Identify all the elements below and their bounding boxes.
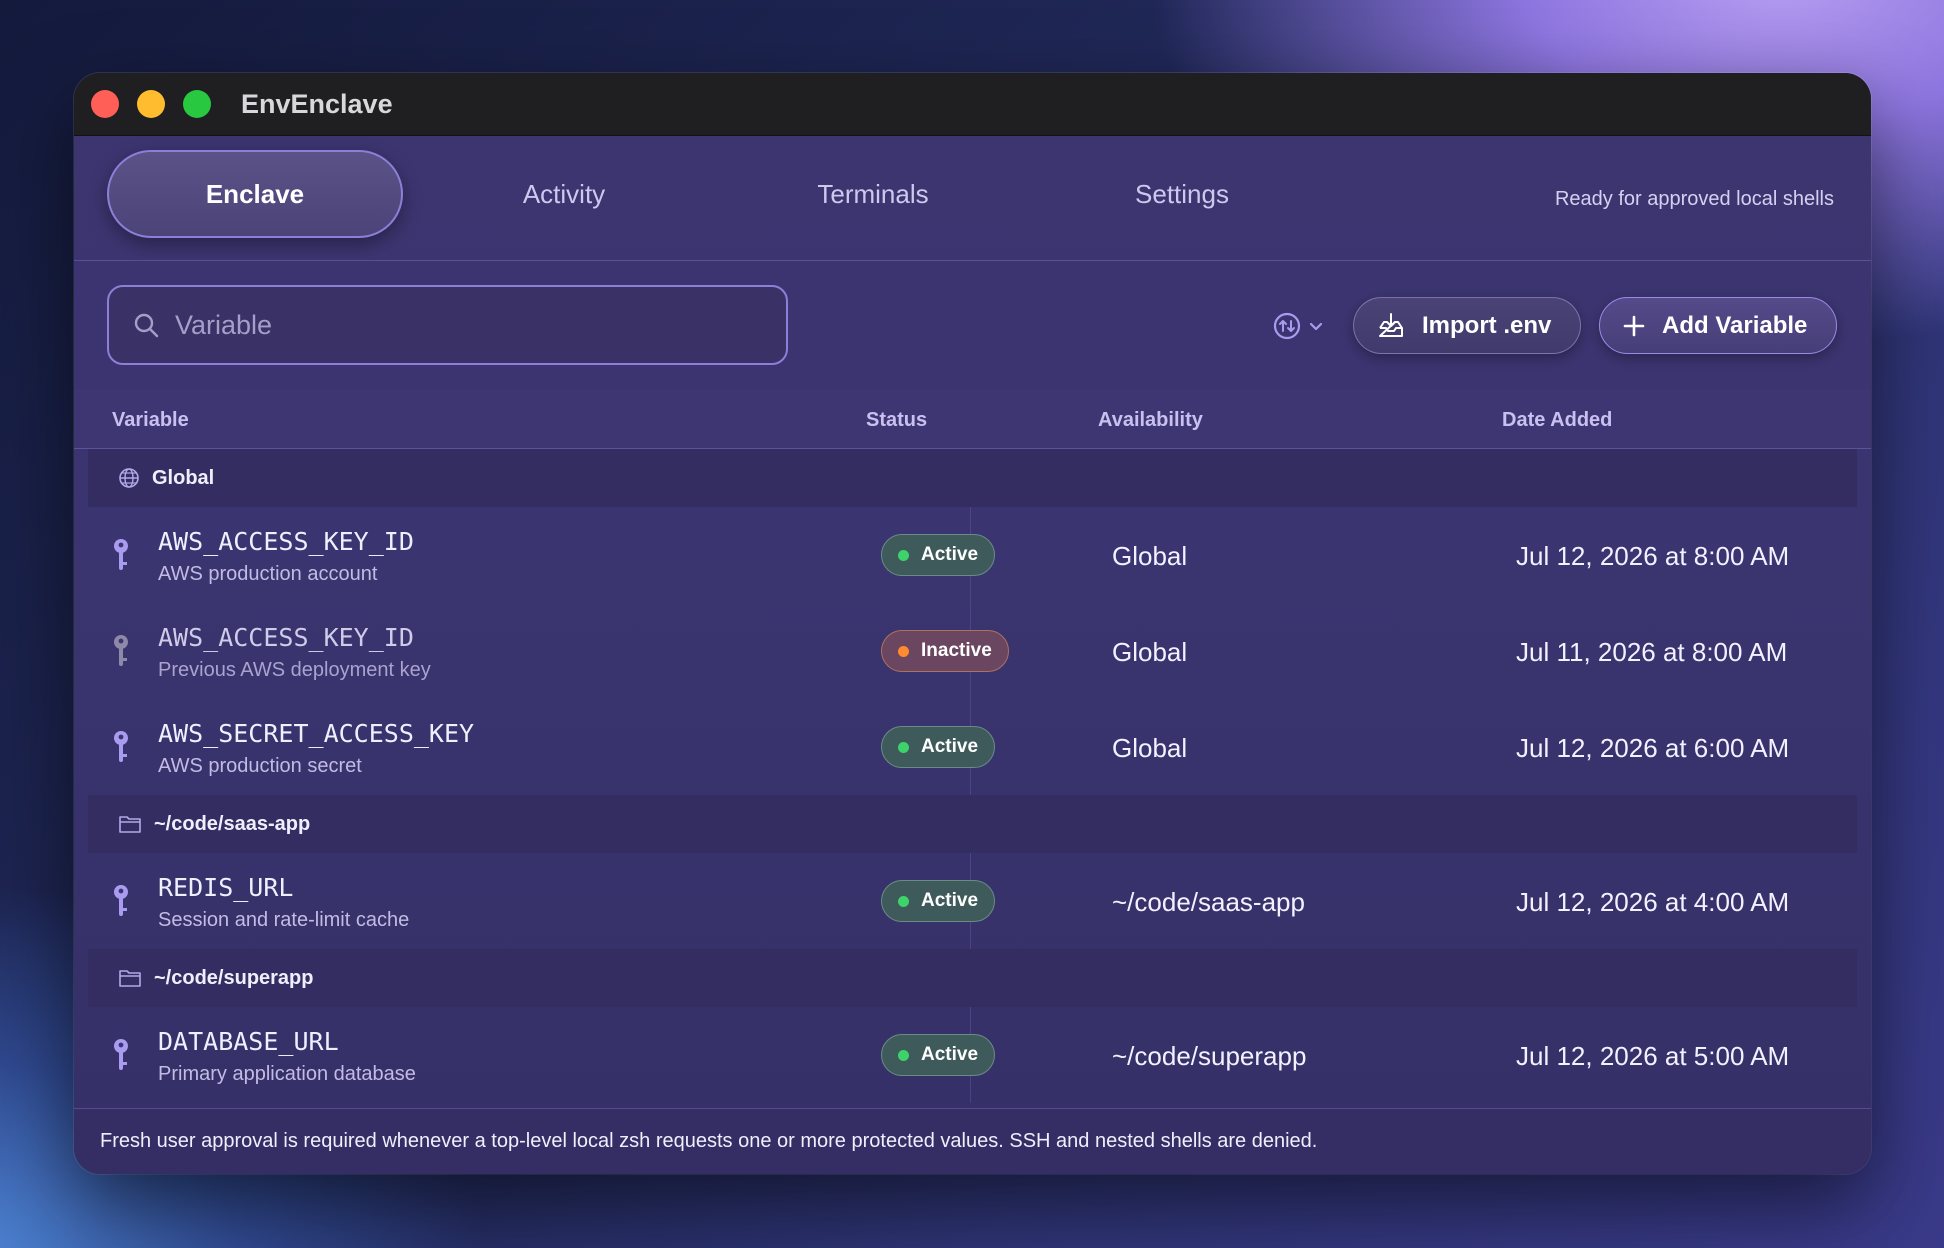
status-badge: Active xyxy=(881,880,996,922)
status-label: Active xyxy=(921,890,979,911)
date-added-value: Jul 12, 2026 at 8:00 AM xyxy=(1516,541,1790,571)
variable-description: Primary application database xyxy=(158,1063,416,1085)
column-header-date-added[interactable]: Date Added xyxy=(1502,409,1612,432)
tab-enclave[interactable]: Enclave xyxy=(107,150,403,238)
key-icon xyxy=(114,885,128,916)
status-dot xyxy=(898,895,909,907)
date-added-value: Jul 11, 2026 at 8:00 AM xyxy=(1516,637,1788,667)
availability-value: Global xyxy=(1112,541,1188,571)
status-dot xyxy=(898,645,909,657)
status-label: Active xyxy=(921,736,979,757)
key-icon xyxy=(114,1039,128,1070)
date-added-value: Jul 12, 2026 at 4:00 AM xyxy=(1516,887,1790,917)
key-icon xyxy=(114,539,128,570)
date-added-value: Jul 12, 2026 at 5:00 AM xyxy=(1516,1041,1790,1071)
search-icon xyxy=(134,313,159,338)
add-variable-label: Add Variable xyxy=(1662,311,1808,339)
tab-settings[interactable]: Settings xyxy=(1034,150,1330,238)
import-env-button[interactable]: Import .env xyxy=(1353,297,1581,354)
availability-value: ~/code/superapp xyxy=(1112,1041,1307,1071)
variable-description: Previous AWS deployment key xyxy=(158,659,431,681)
title-bar: EnvEnclave xyxy=(74,73,1871,136)
status-label: Active xyxy=(921,544,979,565)
variable-description: AWS production account xyxy=(158,563,378,585)
status-badge: Active xyxy=(881,534,996,576)
group-header-saas-app: ~/code/saas-app xyxy=(88,795,1857,853)
status-dot xyxy=(898,741,909,753)
import-env-label: Import .env xyxy=(1422,311,1552,339)
search-field[interactable] xyxy=(107,285,788,365)
search-input[interactable] xyxy=(175,309,735,341)
key-icon xyxy=(114,635,128,666)
variable-name: DATABASE_URL xyxy=(158,1027,339,1056)
table-row[interactable]: AWS_ACCESS_KEY_ID AWS production account… xyxy=(88,507,1857,603)
add-variable-button[interactable]: Add Variable xyxy=(1599,297,1837,354)
variable-name: AWS_ACCESS_KEY_ID xyxy=(158,623,414,652)
chevron-down-icon xyxy=(1309,322,1323,331)
tab-terminals[interactable]: Terminals xyxy=(725,150,1021,238)
status-dot xyxy=(898,549,909,561)
table-row[interactable]: AWS_SECRET_ACCESS_KEY AWS production sec… xyxy=(88,699,1857,795)
variable-description: Session and rate-limit cache xyxy=(158,909,410,931)
group-label: ~/code/saas-app xyxy=(154,812,311,835)
availability-value: Global xyxy=(1112,637,1188,667)
sort-icon xyxy=(1273,312,1301,340)
status-badge: Active xyxy=(881,1034,996,1076)
column-header-availability[interactable]: Availability xyxy=(1098,409,1203,432)
tray-download-icon xyxy=(1379,312,1403,337)
folder-icon xyxy=(119,816,141,833)
footer-text: Fresh user approval is required whenever… xyxy=(100,1130,1318,1152)
group-header-global: Global xyxy=(88,449,1857,507)
sort-menu-button[interactable] xyxy=(1272,311,1324,341)
app-title: EnvEnclave xyxy=(241,88,393,119)
tab-activity[interactable]: Activity xyxy=(416,150,712,238)
availability-value: ~/code/saas-app xyxy=(1112,887,1305,917)
column-header-status[interactable]: Status xyxy=(866,409,927,432)
status-label: Active xyxy=(921,1044,979,1065)
plus-icon xyxy=(1623,315,1645,336)
minimize-window-button[interactable] xyxy=(137,90,165,118)
column-header-variable[interactable]: Variable xyxy=(112,409,189,432)
status-label: Inactive xyxy=(921,640,992,661)
group-label: ~/code/superapp xyxy=(154,966,314,989)
status-dot xyxy=(898,1049,909,1061)
table-header: Variable Status Availability Date Added xyxy=(74,389,1871,449)
footer-notice: Fresh user approval is required whenever… xyxy=(74,1108,1871,1174)
group-header-superapp: ~/code/superapp xyxy=(88,949,1857,1007)
status-badge: Inactive xyxy=(881,630,1009,672)
key-icon xyxy=(114,731,128,762)
variable-name: AWS_SECRET_ACCESS_KEY xyxy=(158,719,475,748)
app-window: EnvEnclave Enclave Activity Terminals Se… xyxy=(74,73,1871,1174)
toolbar: Import .env Add Variable xyxy=(74,261,1871,389)
folder-icon xyxy=(119,970,141,987)
variable-name: AWS_ACCESS_KEY_ID xyxy=(158,527,414,556)
status-badge: Active xyxy=(881,726,996,768)
zoom-window-button[interactable] xyxy=(183,90,211,118)
globe-icon xyxy=(119,468,139,488)
availability-value: Global xyxy=(1112,733,1188,763)
tab-bar: Enclave Activity Terminals Settings Read… xyxy=(74,136,1871,261)
group-label: Global xyxy=(152,466,215,489)
date-added-value: Jul 12, 2026 at 6:00 AM xyxy=(1516,733,1790,763)
variable-description: AWS production secret xyxy=(158,755,362,777)
shell-status-text: Ready for approved local shells xyxy=(1554,188,1834,210)
close-window-button[interactable] xyxy=(91,90,119,118)
table-row[interactable]: REDIS_URL Session and rate-limit cache A… xyxy=(88,853,1857,949)
table-row[interactable]: AWS_ACCESS_KEY_ID Previous AWS deploymen… xyxy=(88,603,1857,699)
variable-name: REDIS_URL xyxy=(158,873,294,902)
table-row[interactable]: DATABASE_URL Primary application databas… xyxy=(88,1007,1857,1103)
